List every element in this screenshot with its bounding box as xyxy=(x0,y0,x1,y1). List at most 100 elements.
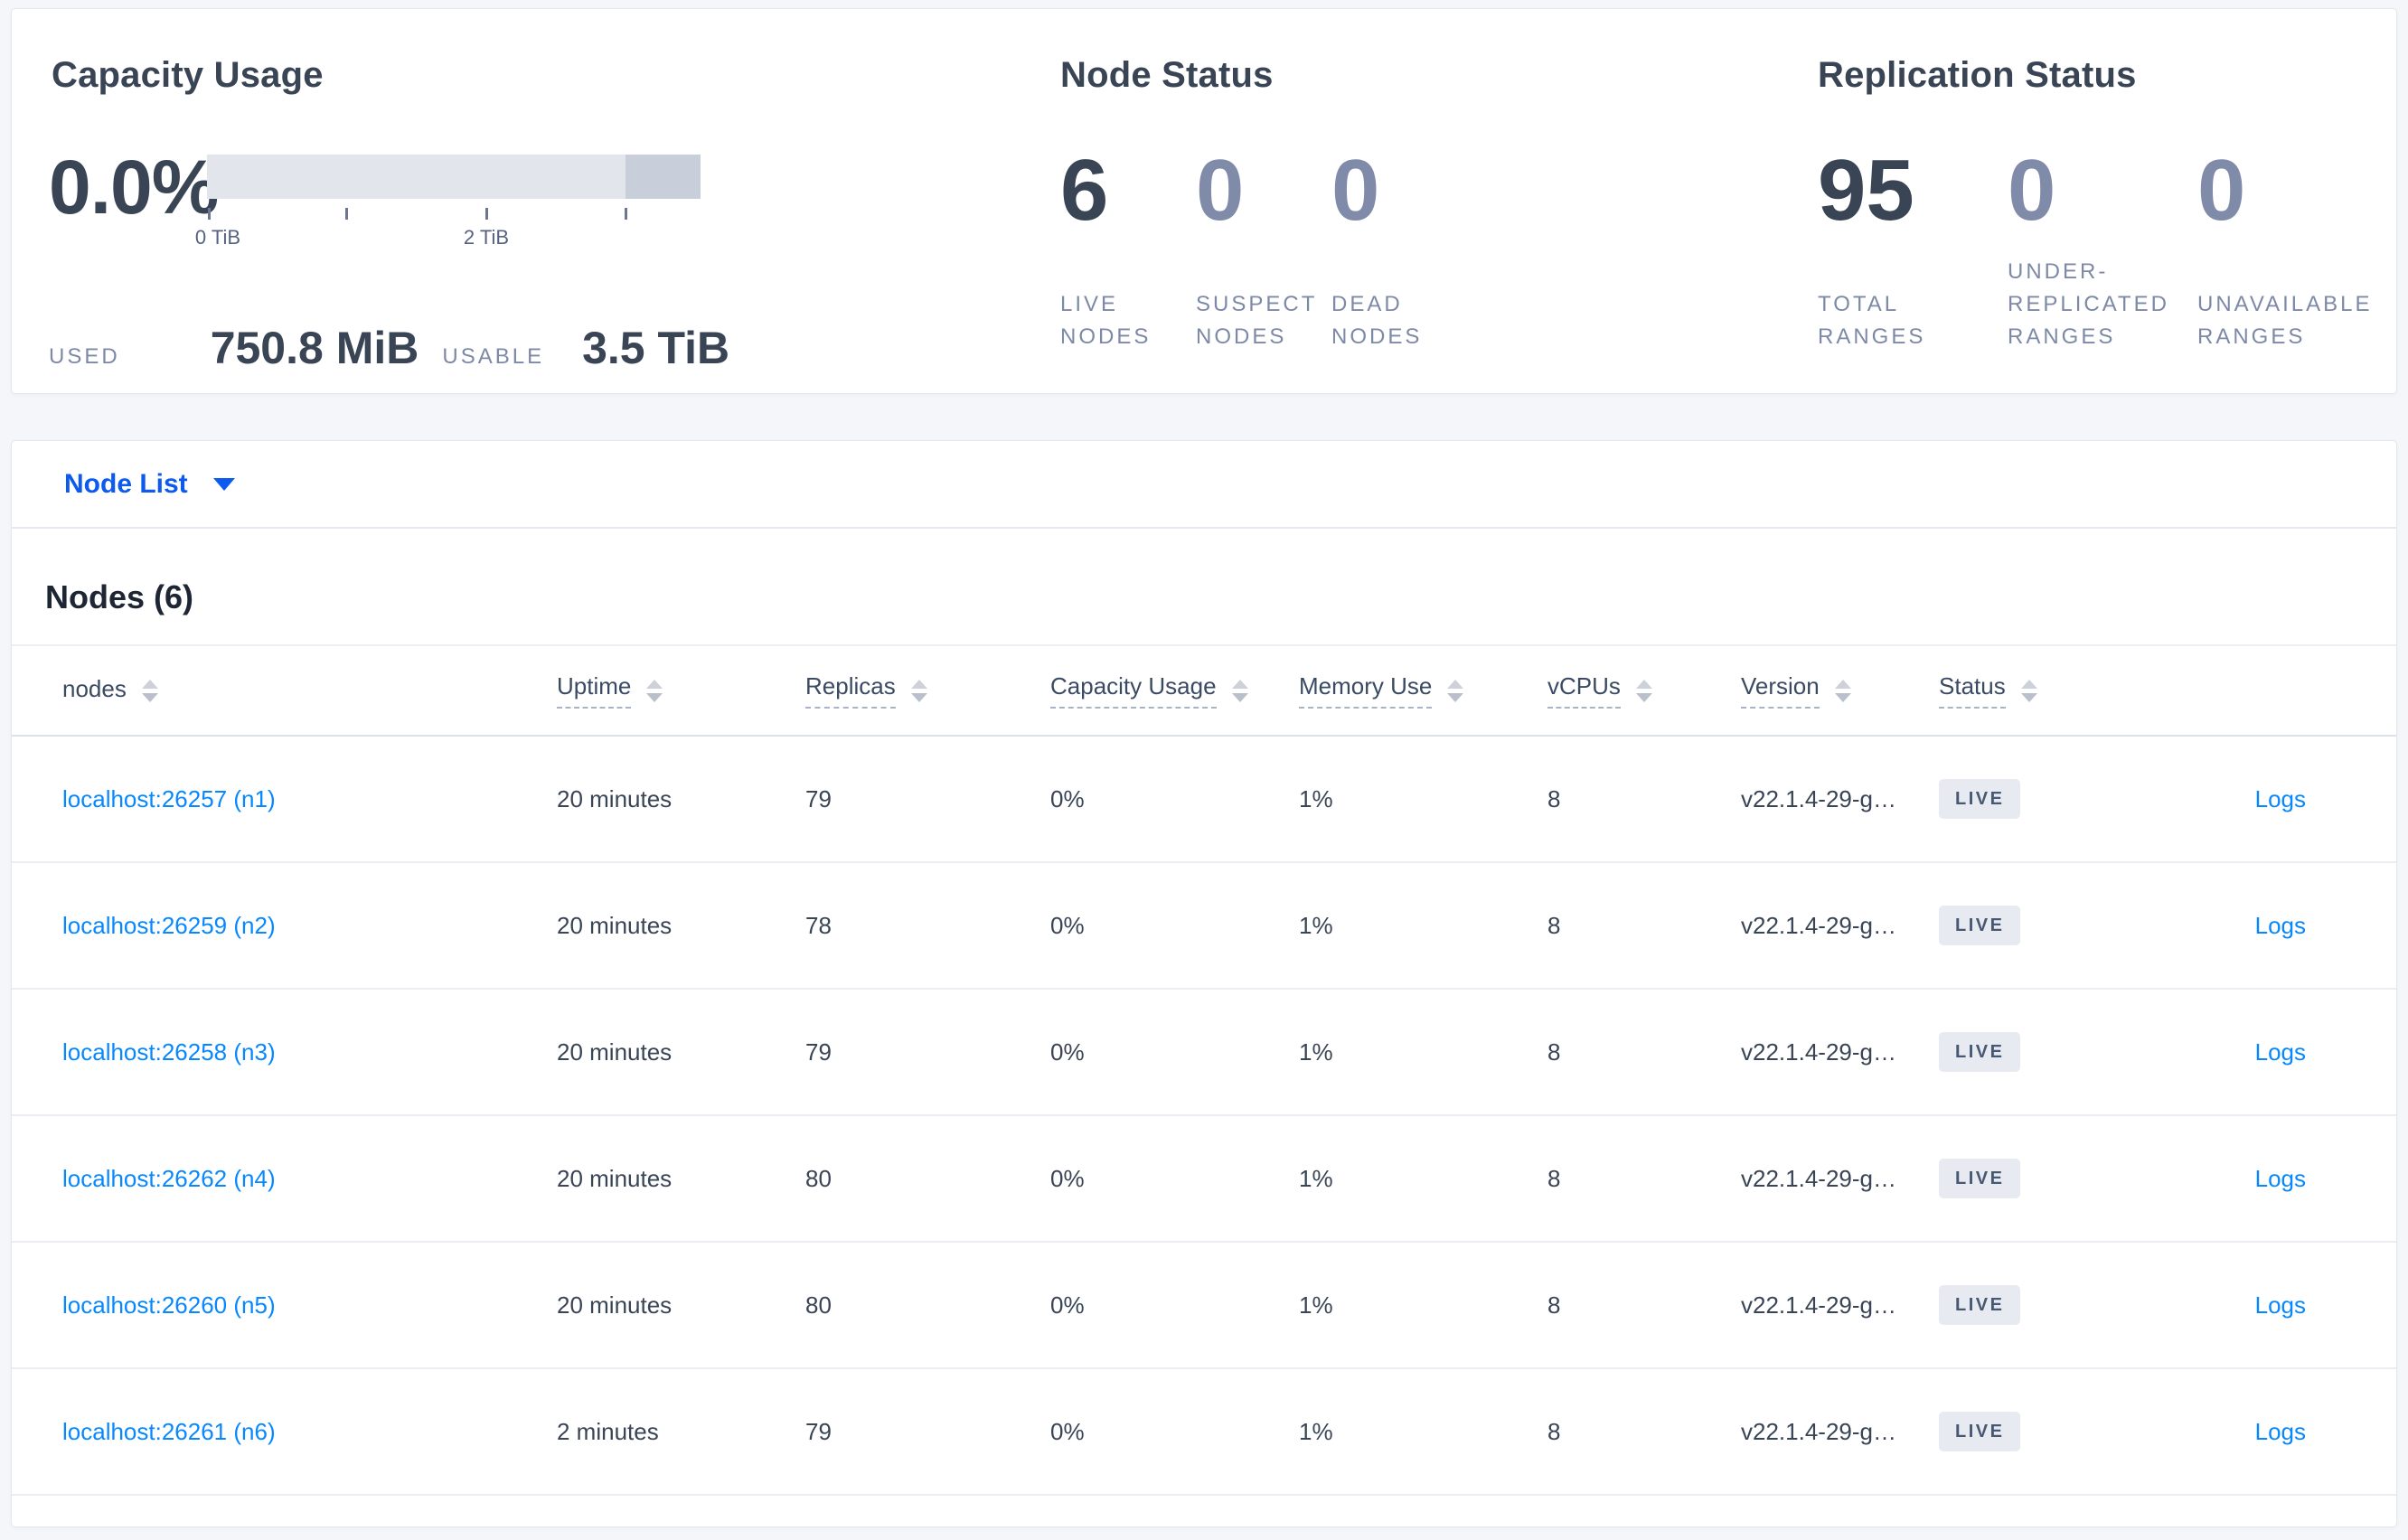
status-badge: LIVE xyxy=(1939,779,2021,819)
node-link[interactable]: localhost:26262 (n4) xyxy=(62,1165,276,1192)
capacity-axis-labels: 0 TiB 2 TiB xyxy=(195,226,701,251)
usable-value: 3.5 TiB xyxy=(582,323,730,373)
column-header-nodes[interactable]: nodes xyxy=(62,675,557,706)
axis-label-0: 0 TiB xyxy=(194,226,241,249)
capacity-gauge: 0.0% 0 TiB 2 TiB xyxy=(49,149,772,251)
view-selector-label: Node List xyxy=(64,468,188,499)
sort-arrows-icon xyxy=(1231,679,1248,702)
logs-link[interactable]: Logs xyxy=(2255,1165,2306,1192)
node-link[interactable]: localhost:26260 (n5) xyxy=(62,1291,276,1319)
suspect-nodes-value: 0 xyxy=(1196,142,1245,239)
version-cell: v22.1.4-29-g… xyxy=(1741,1038,1896,1066)
column-header-uptime[interactable]: Uptime xyxy=(557,672,805,709)
sort-arrows-icon xyxy=(646,679,663,702)
memory-use-cell: 1% xyxy=(1299,784,1333,812)
status-badge: LIVE xyxy=(1939,1032,2021,1072)
capacity-usage-panel: Capacity Usage 0.0% 0 TiB 2 TiB USED 750… xyxy=(49,56,772,374)
suspect-nodes-label: SUSPECT NODES xyxy=(1196,292,1317,349)
replicas-cell: 79 xyxy=(805,1038,832,1066)
capacity-percent: 0.0% xyxy=(49,145,219,230)
vcpus-cell: 8 xyxy=(1547,1417,1561,1445)
dead-nodes-value: 0 xyxy=(1331,142,1380,239)
node-link[interactable]: localhost:26258 (n3) xyxy=(62,1038,276,1066)
memory-use-cell: 1% xyxy=(1299,1164,1333,1192)
column-header-label: Version xyxy=(1741,672,1820,709)
capacity-usage-cell: 0% xyxy=(1050,1038,1085,1066)
total-ranges-value: 95 xyxy=(1818,142,1914,239)
logs-link[interactable]: Logs xyxy=(2255,1038,2306,1066)
table-row: localhost:26257 (n1) 20 minutes 79 0% 1%… xyxy=(12,737,2396,863)
axis-label-2: 2 TiB xyxy=(463,226,510,249)
nodes-table-title: Nodes (6) xyxy=(45,578,194,615)
column-header-label: Capacity Usage xyxy=(1050,672,1217,709)
version-cell: v22.1.4-29-g… xyxy=(1741,911,1896,939)
uptime-cell: 20 minutes xyxy=(557,1164,673,1192)
column-header-vcpus[interactable]: vCPUs xyxy=(1547,672,1741,709)
cluster-summary-card: Capacity Usage 0.0% 0 TiB 2 TiB USED 750… xyxy=(11,8,2397,394)
logs-link[interactable]: Logs xyxy=(2255,785,2306,812)
capacity-bar: 0 TiB 2 TiB xyxy=(195,155,701,251)
column-header-memory-use[interactable]: Memory Use xyxy=(1299,672,1547,709)
column-header-label: Replicas xyxy=(805,672,896,709)
unavailable-ranges-value: 0 xyxy=(2197,142,2246,239)
dead-nodes-stat: 0 DEAD NODES xyxy=(1331,142,1456,353)
view-selector-dropdown[interactable]: Node List xyxy=(64,469,235,500)
nodes-table-header: nodes Uptime Replicas Capacity Usage Mem… xyxy=(12,644,2396,737)
version-cell: v22.1.4-29-g… xyxy=(1741,1164,1896,1192)
node-link[interactable]: localhost:26257 (n1) xyxy=(62,785,276,812)
replication-status-panel: Replication Status 95 TOTAL RANGES 0 UND… xyxy=(1818,56,2408,353)
column-header-status[interactable]: Status xyxy=(1939,672,2210,709)
logs-link[interactable]: Logs xyxy=(2255,912,2306,939)
column-header-label: Status xyxy=(1939,672,2006,709)
column-header-capacity-usage[interactable]: Capacity Usage xyxy=(1050,672,1299,709)
logs-link[interactable]: Logs xyxy=(2255,1291,2306,1319)
live-nodes-value: 6 xyxy=(1060,142,1109,239)
uptime-cell: 2 minutes xyxy=(557,1417,659,1445)
capacity-usage-cell: 0% xyxy=(1050,1417,1085,1445)
capacity-usage-title: Capacity Usage xyxy=(52,55,324,95)
memory-use-cell: 1% xyxy=(1299,1291,1333,1319)
axis-tick xyxy=(625,208,627,220)
axis-tick xyxy=(485,208,488,220)
memory-use-cell: 1% xyxy=(1299,1417,1333,1445)
table-row: localhost:26261 (n6) 2 minutes 79 0% 1% … xyxy=(12,1369,2396,1496)
status-badge: LIVE xyxy=(1939,906,2021,945)
node-status-stats: 6 LIVE NODES 0 SUSPECT NODES 0 DEAD NODE… xyxy=(1060,142,1566,353)
replicas-cell: 78 xyxy=(805,911,832,939)
status-badge: LIVE xyxy=(1939,1159,2021,1198)
table-row: localhost:26259 (n2) 20 minutes 78 0% 1%… xyxy=(12,863,2396,990)
live-nodes-label: LIVE NODES xyxy=(1060,292,1152,349)
vcpus-cell: 8 xyxy=(1547,911,1561,939)
unavailable-ranges-label: UNAVAILABLE RANGES xyxy=(2197,292,2373,349)
sort-arrows-icon xyxy=(2020,679,2037,702)
replicas-cell: 80 xyxy=(805,1291,832,1319)
under-replicated-ranges-label: UNDER-REPLICATED RANGES xyxy=(2008,259,2169,349)
suspect-nodes-stat: 0 SUSPECT NODES xyxy=(1196,142,1321,353)
capacity-usage-cell: 0% xyxy=(1050,784,1085,812)
column-header-version[interactable]: Version xyxy=(1741,672,1939,709)
node-link[interactable]: localhost:26261 (n6) xyxy=(62,1418,276,1445)
column-header-replicas[interactable]: Replicas xyxy=(805,672,1050,709)
capacity-bar-track xyxy=(207,155,701,199)
axis-tick xyxy=(208,208,211,220)
usable-label: USABLE xyxy=(442,344,545,369)
memory-use-cell: 1% xyxy=(1299,911,1333,939)
table-row: localhost:26260 (n5) 20 minutes 80 0% 1%… xyxy=(12,1243,2396,1369)
vcpus-cell: 8 xyxy=(1547,1038,1561,1066)
memory-use-cell: 1% xyxy=(1299,1038,1333,1066)
logs-link[interactable]: Logs xyxy=(2255,1418,2306,1445)
column-header-label: Uptime xyxy=(557,672,632,709)
capacity-usage-cell: 0% xyxy=(1050,1164,1085,1192)
node-link[interactable]: localhost:26259 (n2) xyxy=(62,912,276,939)
replication-status-title: Replication Status xyxy=(1818,55,2137,95)
status-badge: LIVE xyxy=(1939,1285,2021,1325)
view-selector-bar: Node List xyxy=(12,441,2396,529)
under-replicated-ranges-stat: 0 UNDER-REPLICATED RANGES xyxy=(2008,147,2185,353)
uptime-cell: 20 minutes xyxy=(557,911,673,939)
column-header-label: nodes xyxy=(62,675,127,702)
status-badge: LIVE xyxy=(1939,1412,2021,1451)
capacity-axis-ticks xyxy=(207,199,701,226)
uptime-cell: 20 minutes xyxy=(557,1291,673,1319)
column-header-label: Memory Use xyxy=(1299,672,1433,709)
vcpus-cell: 8 xyxy=(1547,1164,1561,1192)
